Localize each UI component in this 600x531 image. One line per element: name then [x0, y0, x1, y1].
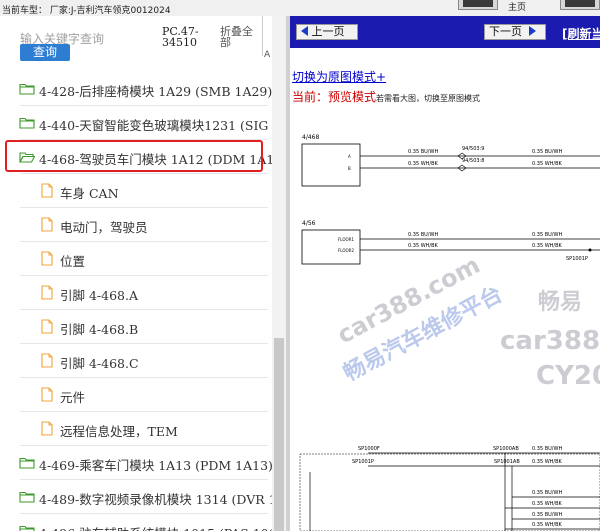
home-label[interactable]: 主页 [508, 0, 526, 13]
wire-label: 94/503:9 [462, 146, 484, 152]
tree-item-label: 4-469-乘客车门模块 1A13 (PDM 1A13) [39, 458, 273, 473]
file-icon [41, 319, 53, 334]
tree-panel: 输入关键字查询 查询 PC.47- 34510 折叠全 部 A 4-428-后排… [0, 16, 286, 531]
folder-icon [19, 491, 35, 503]
tree-item-label: 4-496-驻车辅助系统模块 1015 (PAS 1015 [39, 523, 285, 531]
wire-label: 0.35 WH/BK [408, 161, 439, 167]
tree-leaf-item[interactable]: 位置 [0, 242, 272, 276]
tree-folder-item[interactable]: 4-440-天窗智能变色玻璃模块1231 (SIG 1 [0, 106, 280, 140]
file-icon [41, 217, 53, 232]
tree-folder-item[interactable]: 4-496-驻车辅助系统模块 1015 (PAS 1015 [0, 514, 285, 531]
column-a-label: A [264, 50, 271, 60]
folder-icon [19, 117, 35, 129]
svg-text:SP1000AB: SP1000AB [493, 446, 519, 452]
connector-1 [301, 143, 361, 187]
mode-value: 预览模式 [328, 90, 377, 104]
svg-text:SP1001P: SP1001P [352, 459, 374, 465]
svg-text:0.35 BU/WH: 0.35 BU/WH [408, 232, 438, 238]
search-area: 输入关键字查询 查询 PC.47- 34510 折叠全 部 A [0, 16, 286, 64]
scrollbar-thumb[interactable] [274, 338, 284, 531]
pc-code: PC.47- 34510 [162, 25, 199, 49]
tree-item-label: 4-440-天窗智能变色玻璃模块1231 (SIG 1 [39, 118, 281, 133]
svg-text:B: B [348, 166, 351, 171]
selection-highlight [5, 140, 263, 172]
tree-leaf-item[interactable]: 远程信息处理，TEM [0, 412, 272, 446]
mode-status: 当前：预览模式若需看大图，切换至原图模式 [292, 86, 480, 105]
tree-leaf-item[interactable]: 引脚 4-468.C [0, 344, 272, 378]
tree-item-label: 远程信息处理，TEM [60, 424, 178, 439]
svg-text:0.35 BU/WH: 0.35 BU/WH [532, 512, 562, 518]
tree-item-label: 电动门，驾驶员 [60, 220, 148, 235]
file-icon [41, 387, 53, 402]
svg-text:0.35 BU/WH: 0.35 BU/WH [532, 490, 562, 496]
collapse-all-button[interactable]: 折叠全 部 [220, 26, 260, 48]
toolbar-button-1[interactable] [458, 0, 498, 10]
top-bar: 当前车型： 厂家:J-吉利汽车领克0012024 主页 [0, 0, 600, 16]
tree-leaf-item[interactable]: 引脚 4-468.B [0, 310, 272, 344]
viewer-panel: 上一页 下一页 [刷新当 切换为原图模式+ 当前：预览模式若需看大图，切换至原图… [290, 16, 600, 531]
wire-label: 94/503:8 [462, 158, 484, 164]
tree-leaf-item[interactable]: 车身 CAN [0, 174, 272, 208]
svg-text:SP1000F: SP1000F [358, 446, 380, 452]
svg-text:SP1001AB: SP1001AB [494, 459, 520, 465]
arrow-left-icon [301, 26, 308, 36]
svg-text:0.35 WH/BK: 0.35 WH/BK [532, 522, 563, 528]
tree-folder-item[interactable]: 4-489-数字视频录像机模块 1314 (DVR 13 [0, 480, 285, 514]
svg-text:0.35 WH/BK: 0.35 WH/BK [532, 459, 563, 465]
prev-page-button[interactable]: 上一页 [296, 24, 358, 40]
svg-text:0.35 BU/WH: 0.35 BU/WH [532, 232, 562, 238]
svg-text:0.35 BU/WH: 0.35 BU/WH [532, 446, 562, 452]
tree-item-label: 4-428-后排座椅模块 1A29 (SMB 1A29) [39, 84, 273, 99]
svg-text:0.35 WH/BK: 0.35 WH/BK [408, 243, 439, 249]
tree-leaf-item[interactable]: 元件 [0, 378, 272, 412]
folder-icon [19, 83, 35, 95]
tree-item-label: 车身 CAN [60, 186, 119, 201]
tree-item-label: 元件 [60, 390, 86, 405]
watermark-line4: car388. [500, 326, 600, 356]
folder-icon [19, 457, 35, 469]
file-icon [41, 183, 53, 198]
wire-label: 0.35 BU/WH [532, 149, 562, 155]
watermark-line3: 畅易 [538, 290, 583, 315]
file-icon [41, 353, 53, 368]
toolbar-button-2[interactable] [560, 0, 600, 10]
tree-item-label: 4-489-数字视频录像机模块 1314 (DVR 13 [39, 492, 285, 507]
tree-item-label: 引脚 4-468.B [60, 322, 139, 337]
tree-item-label: 位置 [60, 254, 86, 269]
next-page-button[interactable]: 下一页 [484, 24, 546, 40]
search-button[interactable]: 查询 [20, 44, 70, 61]
file-icon [41, 251, 53, 266]
mode-key: 当前： [292, 90, 329, 104]
connector-2 [301, 229, 361, 265]
svg-text:0.35 WH/BK: 0.35 WH/BK [532, 501, 563, 507]
file-icon [41, 421, 53, 436]
svg-text:A: A [348, 154, 351, 159]
wire-label: 0.35 WH/BK [532, 161, 563, 167]
svg-text:0.35 WH/BK: 0.35 WH/BK [532, 243, 563, 249]
svg-text:FLOOR2: FLOOR2 [338, 248, 354, 253]
folder-icon [19, 525, 35, 531]
tree-leaf-item[interactable]: 引脚 4-468.A [0, 276, 272, 310]
page-nav-bar: 上一页 下一页 [刷新当 [290, 16, 600, 48]
watermark-line5: CY20 [536, 361, 600, 391]
tree-folder-item[interactable]: 4-428-后排座椅模块 1A29 (SMB 1A29) [0, 72, 272, 106]
splice-label: SP1001P [566, 256, 588, 262]
file-icon [41, 285, 53, 300]
wire-label: 0.35 BU/WH [408, 149, 438, 155]
tree-folder-item[interactable]: 4-469-乘客车门模块 1A13 (PDM 1A13) [0, 446, 273, 480]
original-mode-link[interactable]: 切换为原图模式+ [292, 68, 386, 85]
tree-item-label: 引脚 4-468.A [60, 288, 139, 303]
tree-leaf-item[interactable]: 电动门，驾驶员 [0, 208, 272, 242]
tree-item-label: 引脚 4-468.C [60, 356, 139, 371]
arrow-right-icon [528, 26, 536, 36]
mode-hint: 若需看大图，切换至原图模式 [376, 94, 481, 103]
connector-2-label: 4/56 [302, 220, 316, 227]
connector-1-label: 4/468 [302, 134, 319, 141]
vehicle-info: 当前车型： 厂家:J-吉利汽车领克0012024 [2, 6, 171, 16]
refresh-link[interactable]: [刷新当 [562, 25, 600, 42]
svg-text:FLOOR1: FLOOR1 [338, 237, 354, 242]
left-scrollbar[interactable] [272, 16, 286, 531]
